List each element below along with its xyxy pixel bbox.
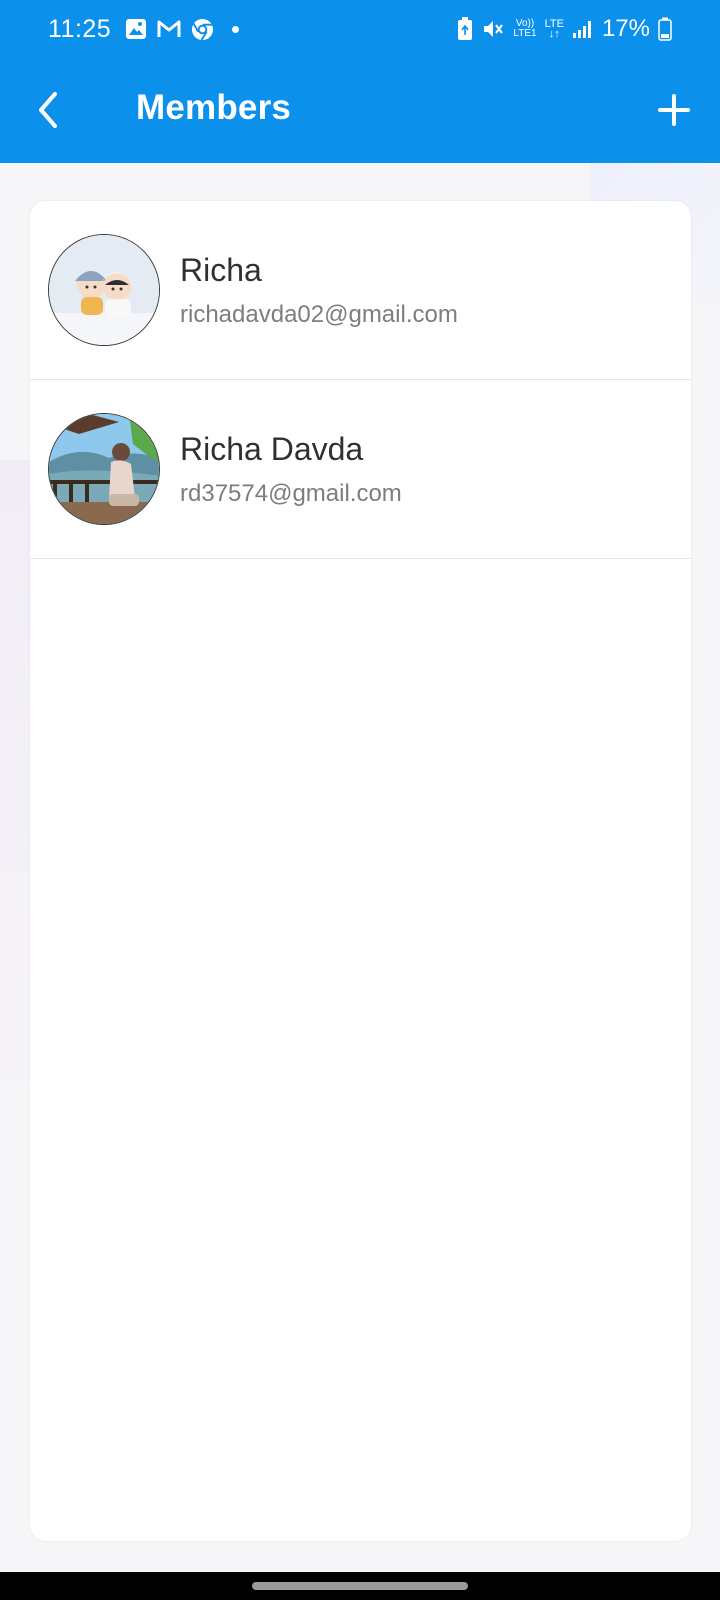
- status-notification-icons: [125, 18, 240, 41]
- page-title: Members: [136, 88, 292, 127]
- status-time: 11:25: [48, 14, 112, 43]
- add-member-button[interactable]: [646, 82, 702, 138]
- gallery-icon: [125, 18, 147, 40]
- member-name: Richa Davda: [180, 430, 364, 467]
- member-email: rd37574@gmail.com: [180, 479, 402, 507]
- notification-dot: [232, 25, 240, 33]
- battery-percent: 17%: [601, 15, 650, 42]
- volte-icon: Vo)) LTE1: [513, 19, 536, 39]
- signal-icon: [572, 19, 594, 39]
- chevron-left-icon: [39, 92, 57, 128]
- app-bar: Members: [0, 58, 720, 163]
- data-arrows-icon: ↓↑: [548, 28, 560, 40]
- members-card: Richa richadavda02@gmail.com Richa Davda…: [30, 201, 691, 1541]
- lte-icon: LTE ↓↑: [545, 19, 564, 40]
- member-row[interactable]: Richa Davda rd37574@gmail.com: [30, 380, 691, 559]
- status-bar: 11:25 Vo)) LTE1 LTE ↓↑ 17%: [0, 0, 720, 58]
- plus-icon: [658, 94, 690, 126]
- cartoon-avatar: [48, 234, 160, 346]
- back-button[interactable]: [22, 84, 74, 136]
- member-info: Richa richadavda02@gmail.com: [180, 252, 458, 329]
- battery-saver-icon: [457, 17, 473, 41]
- member-name: Richa: [180, 251, 262, 288]
- member-email: richadavda02@gmail.com: [180, 300, 458, 328]
- navigation-bar: [0, 1572, 720, 1600]
- photo-avatar: [48, 413, 160, 525]
- battery-icon: [658, 17, 672, 41]
- gmail-icon: [157, 19, 181, 39]
- lte1-label: LTE1: [513, 28, 537, 39]
- member-row[interactable]: Richa richadavda02@gmail.com: [30, 201, 691, 380]
- mute-icon: [481, 17, 505, 41]
- member-info: Richa Davda rd37574@gmail.com: [180, 431, 402, 508]
- home-gesture-handle[interactable]: [252, 1582, 468, 1590]
- status-system-icons: Vo)) LTE1 LTE ↓↑ 17%: [457, 15, 672, 43]
- chrome-icon: [191, 18, 214, 41]
